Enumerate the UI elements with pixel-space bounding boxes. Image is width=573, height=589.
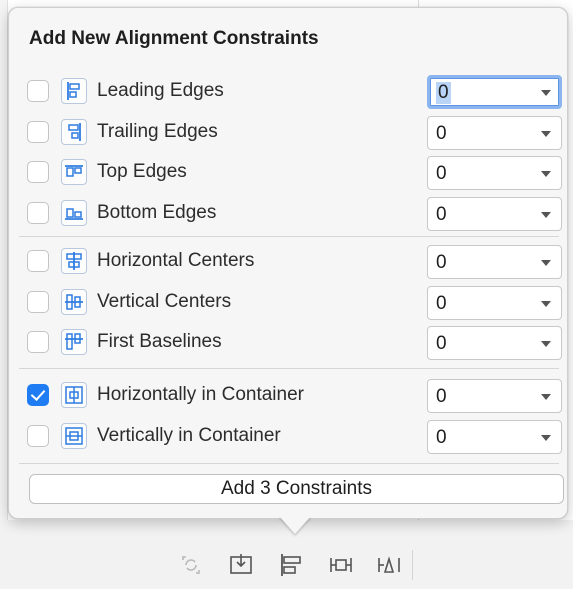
constraint-label: Trailing Edges [97,121,218,142]
chevron-down-icon [541,131,551,137]
trailing-edges-checkbox[interactable] [27,121,49,143]
horizontal-centers-icon [61,248,87,274]
align-icon[interactable] [276,550,306,580]
vertical-centers-value-select[interactable]: 0 [427,286,562,320]
constraint-row-leading-edges: Leading Edges 0 [9,74,567,109]
top-edges-checkbox[interactable] [27,161,49,183]
vertically-in-container-value-select[interactable]: 0 [427,420,562,454]
add-new-constraints-icon[interactable] [326,550,356,580]
chevron-down-icon [541,394,551,400]
horizontal-centers-value-select[interactable]: 0 [427,245,562,279]
select-value: 0 [436,386,447,407]
horizontally-in-container-icon [61,382,87,408]
chevron-down-icon [541,260,551,266]
section-divider [19,368,559,369]
constraint-row-bottom-edges: Bottom Edges 0 [9,196,567,231]
section-divider [19,236,559,237]
top-edges-value-select[interactable]: 0 [427,156,562,190]
select-value: 0 [436,163,447,184]
constraint-label: Leading Edges [97,80,224,101]
chevron-down-icon [541,301,551,307]
left-edge [0,0,8,589]
vertical-centers-icon [61,289,87,315]
top-edges-icon [61,159,87,185]
constraint-row-trailing-edges: Trailing Edges 0 [9,115,567,150]
alignment-popover: Add New Alignment Constraints Leading Ed… [8,7,568,519]
toolbar-separator [412,550,413,580]
constraint-label: Vertically in Container [97,425,281,446]
horizontally-in-container-value-select[interactable]: 0 [427,379,562,413]
constraint-label: Horizontal Centers [97,250,255,271]
add-constraints-button[interactable]: Add 3 Constraints [29,474,564,504]
section-divider [19,463,559,464]
select-value: 0 [436,82,451,104]
vertically-in-container-checkbox[interactable] [27,425,49,447]
bottom-edges-icon [61,200,87,226]
constraint-label: First Baselines [97,331,222,352]
trailing-edges-value-select[interactable]: 0 [427,116,562,150]
first-baselines-value-select[interactable]: 0 [427,326,562,360]
constraint-label: Horizontally in Container [97,384,304,405]
auto-layout-toolbar [0,550,573,580]
chevron-down-icon [541,435,551,441]
leading-edges-checkbox[interactable] [27,80,49,102]
popover-title: Add New Alignment Constraints [29,28,319,49]
constraint-row-horizontal-centers: Horizontal Centers 0 [9,244,567,279]
select-value: 0 [436,252,447,273]
constraint-row-horizontally-in-container: Horizontally in Container 0 [9,378,567,413]
select-value: 0 [436,123,447,144]
leading-edges-icon [61,78,87,104]
leading-edges-value-select[interactable]: 0 [427,75,562,109]
horizontally-in-container-checkbox[interactable] [27,384,49,406]
chevron-down-icon [541,90,551,96]
horizontal-centers-checkbox[interactable] [27,250,49,272]
chevron-down-icon [541,171,551,177]
constraint-label: Top Edges [97,161,187,182]
select-value: 0 [436,293,447,314]
constraint-label: Vertical Centers [97,291,232,312]
constraint-row-vertically-in-container: Vertically in Container 0 [9,419,567,454]
trailing-edges-icon [61,119,87,145]
update-frames-icon[interactable] [176,550,206,580]
select-value: 0 [436,427,447,448]
constraint-row-top-edges: Top Edges 0 [9,155,567,190]
constraint-row-first-baselines: First Baselines 0 [9,325,567,360]
bottom-edges-checkbox[interactable] [27,202,49,224]
popover-arrow [279,516,311,534]
first-baselines-checkbox[interactable] [27,331,49,353]
embed-in-icon[interactable] [226,550,256,580]
chevron-down-icon [541,341,551,347]
first-baselines-icon [61,329,87,355]
chevron-down-icon [541,212,551,218]
bottom-edges-value-select[interactable]: 0 [427,197,562,231]
resolve-auto-layout-issues-icon[interactable] [374,550,404,580]
constraint-row-vertical-centers: Vertical Centers 0 [9,285,567,320]
vertically-in-container-icon [61,423,87,449]
select-value: 0 [436,204,447,225]
select-value: 0 [436,333,447,354]
vertical-centers-checkbox[interactable] [27,291,49,313]
constraint-label: Bottom Edges [97,202,217,223]
